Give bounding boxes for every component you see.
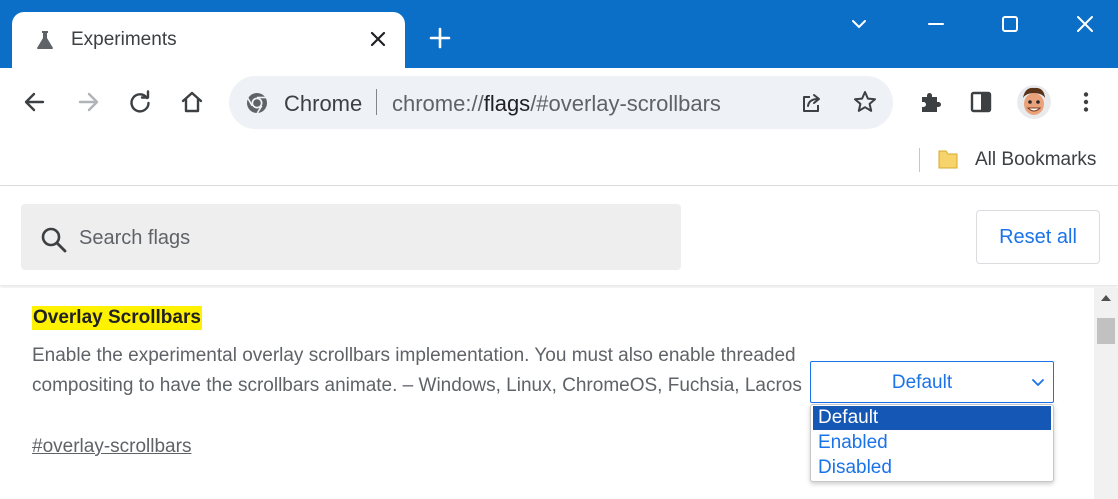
flag-title: Overlay Scrollbars xyxy=(32,306,202,330)
home-icon[interactable] xyxy=(178,88,206,116)
search-icon xyxy=(41,227,67,253)
scrollbar-thumb[interactable] xyxy=(1097,318,1115,344)
tab-experiments[interactable]: Experiments xyxy=(12,12,405,70)
profile-face-icon xyxy=(1017,85,1051,119)
option-default[interactable]: Default xyxy=(813,406,1051,430)
url-prefix: chrome:// xyxy=(392,91,484,116)
flag-state-select[interactable]: Default xyxy=(810,361,1054,403)
url-suffix: /#overlay-scrollbars xyxy=(530,91,721,116)
flag-permalink[interactable]: #overlay-scrollbars xyxy=(32,436,191,458)
flag-state-dropdown: Default Enabled Disabled xyxy=(810,404,1054,482)
reload-icon[interactable] xyxy=(126,88,154,116)
maximize-icon[interactable] xyxy=(996,10,1024,38)
title-bar: Experiments xyxy=(0,0,1118,70)
close-icon[interactable] xyxy=(368,29,388,49)
toolbar: Chrome chrome://flags/#overlay-scrollbar… xyxy=(0,68,1118,136)
close-window-icon[interactable] xyxy=(1071,10,1099,38)
reset-all-button[interactable]: Reset all xyxy=(976,210,1100,264)
plus-icon[interactable] xyxy=(426,24,454,52)
menu-kebab-icon[interactable] xyxy=(1072,88,1100,116)
option-disabled[interactable]: Disabled xyxy=(813,456,1051,480)
flags-header: Reset all xyxy=(0,187,1118,286)
flag-list: Overlay Scrollbars Enable the experiment… xyxy=(0,288,1094,499)
bookmarks-bar: All Bookmarks xyxy=(0,136,1118,186)
select-value: Default xyxy=(891,372,953,393)
url-text[interactable]: chrome://flags/#overlay-scrollbars xyxy=(392,91,721,117)
minimize-icon[interactable] xyxy=(922,10,950,38)
all-bookmarks-label: All Bookmarks xyxy=(975,149,1097,170)
extensions-icon[interactable] xyxy=(916,88,944,116)
chrome-scheme-label: Chrome xyxy=(284,91,363,116)
chrome-logo-icon xyxy=(247,93,267,114)
scrollbar[interactable] xyxy=(1094,288,1118,499)
folder-icon xyxy=(938,150,958,169)
side-panel-icon[interactable] xyxy=(967,88,995,116)
flag-description: Enable the experimental overlay scrollba… xyxy=(32,345,802,396)
star-icon[interactable] xyxy=(852,89,878,115)
search-input[interactable] xyxy=(79,218,659,258)
chevron-down-icon[interactable] xyxy=(845,10,873,38)
tab-title: Experiments xyxy=(71,29,177,50)
chevron-down-icon xyxy=(1032,379,1044,386)
divider xyxy=(919,148,920,172)
divider xyxy=(376,89,377,115)
flask-icon xyxy=(37,31,53,49)
share-icon[interactable] xyxy=(799,90,825,116)
forward-arrow-icon[interactable] xyxy=(74,88,102,116)
search-box[interactable] xyxy=(21,204,681,270)
scroll-up-arrow-icon[interactable] xyxy=(1100,292,1112,304)
address-bar[interactable]: Chrome chrome://flags/#overlay-scrollbar… xyxy=(229,76,893,129)
back-arrow-icon[interactable] xyxy=(21,88,49,116)
avatar[interactable] xyxy=(1017,85,1051,119)
option-enabled[interactable]: Enabled xyxy=(813,431,1051,455)
all-bookmarks-button[interactable]: All Bookmarks xyxy=(930,140,1110,178)
url-host: flags xyxy=(483,91,531,116)
